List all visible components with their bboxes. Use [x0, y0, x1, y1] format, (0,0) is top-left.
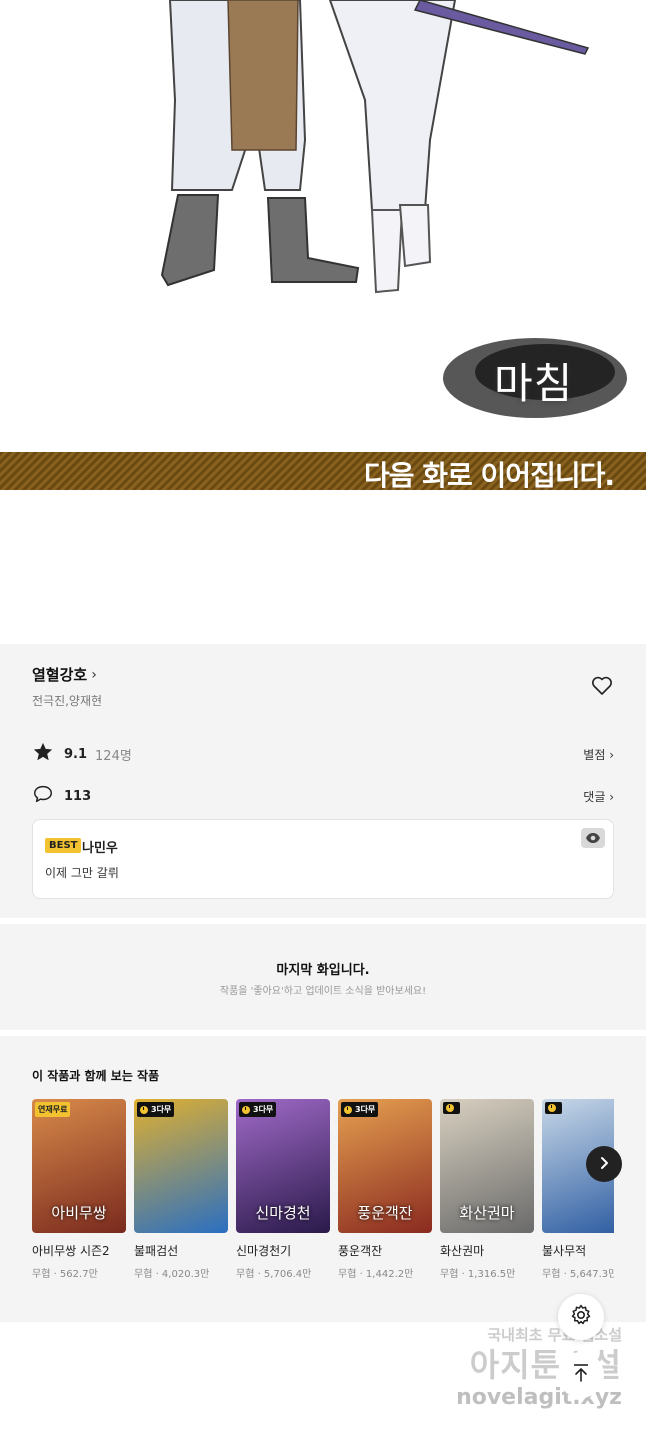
star-icon — [32, 741, 54, 767]
viewer-page: 마침 다음 화로 이어집니다. 열혈강호 › 전극진,양재현 9.1 124명 … — [0, 0, 646, 1439]
arrow-up-icon — [570, 1362, 592, 1388]
clock-icon — [140, 1105, 148, 1114]
comment-count: 113 — [64, 788, 92, 804]
badge-label: 3다무 — [151, 1105, 172, 1114]
recommendation-meta: 무협 · 1,442.2만 — [338, 1269, 414, 1280]
rating-link-label: 별점 — [583, 747, 606, 762]
cover-title: 풍운객잔 — [357, 1204, 413, 1222]
recommendation-card[interactable]: 3다무 풍운객잔 풍운객잔 무협 · 1,442.2만 — [338, 1099, 432, 1280]
recommendation-card[interactable]: 3다무 신마경천 신마경천기 무협 · 5,706.4만 — [236, 1099, 330, 1280]
rating-value: 9.1 — [64, 746, 88, 762]
rating-row: 9.1 124명 별점 › — [32, 742, 614, 766]
best-badge: BEST — [45, 838, 82, 853]
last-episode-subtitle: 작품을 '좋아요'하고 업데이트 소식을 받아보세요! — [219, 986, 427, 997]
wait-free-badge: 3다무 — [341, 1102, 379, 1117]
recommendation-cover: 3다무 — [134, 1099, 228, 1233]
clock-icon — [446, 1104, 454, 1112]
work-title-link[interactable]: 열혈강호 › — [32, 664, 97, 685]
wait-free-badge — [545, 1102, 562, 1114]
recommendation-name: 불패검선 — [134, 1244, 179, 1258]
recommendation-card[interactable]: 3다무 불패검선 무협 · 4,020.3만 — [134, 1099, 228, 1280]
recommendation-cover: 3다무 풍운객잔 — [338, 1099, 432, 1233]
recommendation-meta: 무협 · 5,647.3만 — [542, 1269, 614, 1280]
settings-button[interactable] — [558, 1294, 604, 1340]
wait-free-badge: 3다무 — [239, 1102, 277, 1117]
recommendation-meta: 무협 · 1,316.5만 — [440, 1269, 516, 1280]
free-badge: 연재무료 — [35, 1102, 71, 1117]
recommendation-name: 화산권마 — [440, 1244, 485, 1258]
recommendation-name: 불사무적 — [542, 1244, 587, 1258]
recommendation-meta: 무협 · 5,706.4만 — [236, 1269, 312, 1280]
recommendation-meta: 무협 · 562.7만 — [32, 1269, 98, 1280]
recommendation-name: 아비무쌍 시즌2 — [32, 1244, 110, 1258]
work-title: 열혈강호 — [32, 666, 88, 684]
like-heart-icon[interactable] — [590, 674, 614, 698]
comment-row: 113 댓글 › — [32, 784, 614, 808]
recommendation-cover: 화산권마 — [440, 1099, 534, 1233]
wait-free-badge: 3다무 — [137, 1102, 175, 1117]
best-comment-author: 나민우 — [82, 841, 118, 856]
last-episode-title: 마지막 화입니다. — [276, 963, 370, 978]
comment-icon — [32, 783, 54, 809]
recommendation-cover: 3다무 신마경천 — [236, 1099, 330, 1233]
recommendation-card[interactable]: 불사무적 무협 · 5,647.3만 — [542, 1099, 614, 1280]
eye-icon[interactable] — [581, 828, 605, 848]
best-comment-card[interactable]: BEST 나민우 이제 그만 갈뤼 — [32, 819, 614, 899]
recommendation-cover: 연재무료 아비무쌍 — [32, 1099, 126, 1233]
recommendation-name: 신마경천기 — [236, 1244, 292, 1258]
chevron-right-icon — [597, 1155, 611, 1174]
recommendation-card[interactable]: 화산권마 화산권마 무협 · 1,316.5만 — [440, 1099, 534, 1280]
recommendations-title: 이 작품과 함께 보는 작품 — [32, 1069, 160, 1083]
chevron-right-icon: › — [91, 666, 97, 683]
recommendation-list: 연재무료 아비무쌍 아비무쌍 시즌2 무협 · 562.7만 3다무 불패검선 … — [32, 1099, 614, 1299]
comment-link[interactable]: 댓글 › — [583, 788, 614, 805]
recommendations-section: 이 작품과 함께 보는 작품 연재무료 아비무쌍 아비무쌍 시즌2 무협 · 5… — [0, 1036, 646, 1322]
clock-icon — [344, 1105, 352, 1114]
clock-icon — [242, 1105, 250, 1114]
recommendation-meta: 무협 · 4,020.3만 — [134, 1269, 210, 1280]
last-episode-section: 마지막 화입니다. 작품을 '좋아요'하고 업데이트 소식을 받아보세요! — [0, 924, 646, 1030]
badge-label: 3다무 — [253, 1105, 274, 1114]
recommendation-card[interactable]: 연재무료 아비무쌍 아비무쌍 시즌2 무협 · 562.7만 — [32, 1099, 126, 1280]
wait-free-badge — [443, 1102, 460, 1114]
cover-title: 아비무쌍 — [51, 1204, 107, 1222]
carousel-next-button[interactable] — [586, 1146, 622, 1182]
badge-label: 3다무 — [355, 1105, 376, 1114]
work-info-section: 열혈강호 › 전극진,양재현 9.1 124명 별점 › 113 댓글 › BE… — [0, 644, 646, 918]
rating-link[interactable]: 별점 › — [583, 746, 614, 763]
rating-count: 124명 — [95, 748, 132, 764]
recommendation-name: 풍운객잔 — [338, 1244, 383, 1258]
gear-icon — [569, 1303, 593, 1331]
cover-title: 신마경천 — [255, 1204, 311, 1222]
continue-banner-text: 다음 화로 이어집니다. — [364, 459, 615, 492]
comment-link-label: 댓글 — [583, 789, 606, 804]
scroll-top-button[interactable] — [558, 1352, 604, 1398]
clock-icon — [548, 1104, 556, 1112]
work-authors: 전극진,양재현 — [32, 694, 103, 708]
comic-illustration — [160, 0, 627, 418]
end-stamp-text: 마침 — [494, 359, 574, 408]
comic-panel: 마침 다음 화로 이어집니다. — [0, 0, 646, 500]
cover-title: 화산권마 — [459, 1204, 515, 1222]
best-comment-text: 이제 그만 갈뤼 — [45, 866, 119, 880]
